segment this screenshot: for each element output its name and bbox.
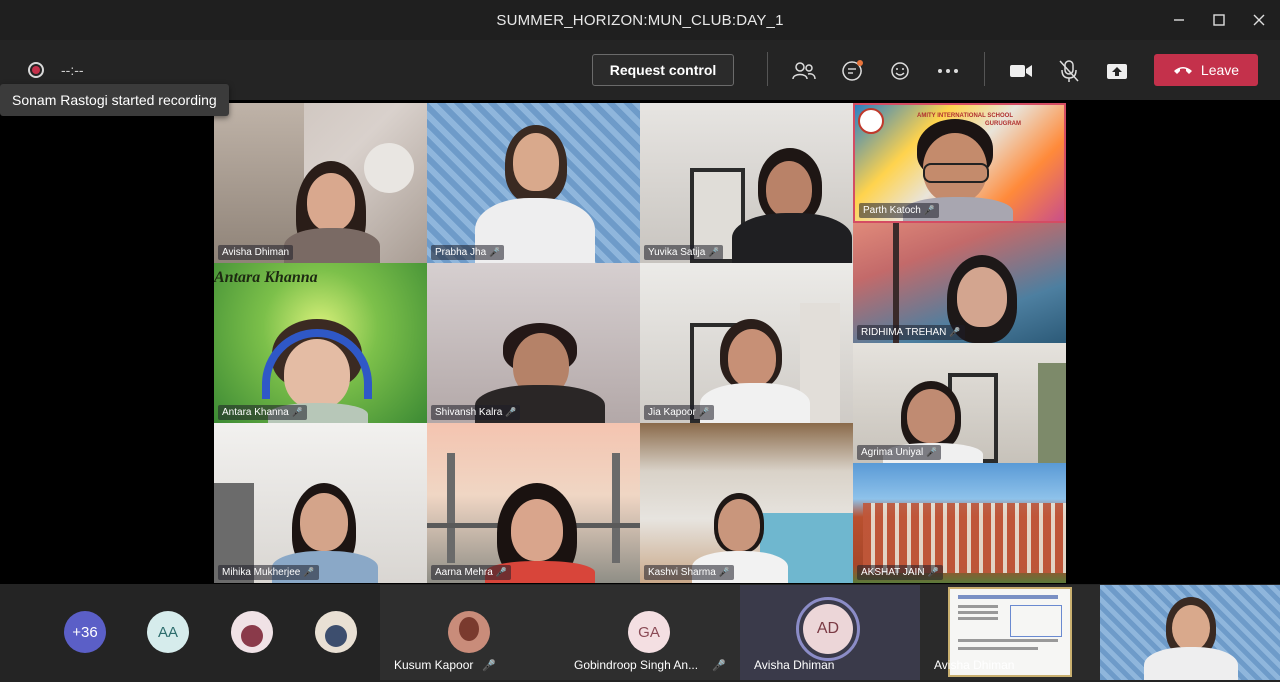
mic-icon: 🎤 [495,567,508,577]
avatar-photo[interactable] [315,611,357,653]
mic-icon: 🎤 [291,407,303,417]
more-icon[interactable] [935,58,961,84]
toolbar-divider [984,52,985,86]
video-tile-active[interactable]: AMITY INTERNATIONAL SCHOOL GURUGRAM Part… [853,103,1066,223]
participant-name: Shivansh Kalra 🎤 [431,405,521,420]
mic-icon: 🎤 [303,567,315,577]
participants-icon[interactable] [791,58,817,84]
participant-name: Yuvika Satija 🎤 [644,245,724,260]
video-tile[interactable]: Yuvika Satija 🎤 [640,103,853,263]
roster-tile-speaking[interactable]: AD Avisha Dhiman [740,585,920,680]
participant-name: Mihika Mukherjee 🎤 [218,565,319,580]
name-banner: Antara Khanna [214,269,318,286]
initials-avatar: GA [628,611,670,653]
video-tile[interactable]: Agrima Uniyal 🎤 [853,343,1066,463]
camera-icon[interactable] [1008,58,1034,84]
close-icon[interactable] [1244,8,1274,32]
participant-name: Kusum Kapoor [394,658,474,672]
reactions-icon[interactable] [887,58,913,84]
mic-icon: 🎤 [923,205,936,215]
mic-icon: 🎤 [926,447,938,457]
mic-icon: 🎤 [949,327,961,337]
title-bar: SUMMER_HORIZON:MUN_CLUB:DAY_1 [0,0,1280,40]
recording-icon [28,62,44,78]
participant-name: Avisha Dhiman [754,658,835,672]
roster-tile-screen-share[interactable]: Avisha Dhiman [920,585,1100,680]
video-tile[interactable]: Shivansh Kalra 🎤 [427,263,640,423]
mic-icon: 🎤 [718,567,731,577]
avatar-aa[interactable]: AA [147,611,189,653]
maximize-icon[interactable] [1204,8,1234,32]
roster-tile[interactable]: Kusum Kapoor 🎤 [380,585,560,680]
participant-name: Aarna Mehra 🎤 [431,565,512,580]
share-icon[interactable] [1104,58,1130,84]
video-tile[interactable]: Kashvi Sharma 🎤 [640,423,853,583]
mic-icon: 🎤 [482,660,496,672]
video-tile[interactable]: AKSHAT JAIN 🎤 [853,463,1066,583]
participant-grid: Avisha Dhiman Prabha Jha 🎤 Yuvika Satija 🎤… [214,103,1066,583]
overflow-count-avatar[interactable]: +36 [64,611,106,653]
participant-name: Parth Katoch 🎤 [859,203,940,218]
video-tile[interactable]: RIDHIMA TREHAN 🎤 [853,223,1066,343]
mic-icon: 🎤 [712,660,726,672]
school-logo [858,108,884,134]
toolbar-divider [767,52,768,86]
video-tile[interactable]: Avisha Dhiman [214,103,427,263]
self-view-tile[interactable] [1100,585,1280,680]
roster-tile[interactable]: GA Gobindroop Singh An... 🎤 [560,585,740,680]
participant-name: Avisha Dhiman [934,658,1015,672]
participant-name: RIDHIMA TREHAN 🎤 [857,325,965,340]
video-tile[interactable]: Antara Khanna Antara Khanna 🎤 [214,263,427,423]
chat-icon[interactable] [839,58,865,84]
participant-name: Gobindroop Singh An... [574,658,699,672]
recording-tooltip: Sonam Rastogi started recording [0,84,229,116]
participant-name: Prabha Jha 🎤 [431,245,505,260]
mic-icon: 🎤 [698,407,711,417]
meeting-title: SUMMER_HORIZON:MUN_CLUB:DAY_1 [496,12,784,29]
participant-name: AKSHAT JAIN 🎤 [857,565,943,580]
participant-name: Agrima Uniyal 🎤 [857,445,942,460]
request-control-button[interactable]: Request control [592,54,734,86]
avatar-photo [448,611,490,653]
participant-name: Jia Kapoor 🎤 [644,405,715,420]
hangup-icon [1173,67,1192,74]
minimize-icon[interactable] [1164,8,1194,32]
mic-icon: 🎤 [489,247,501,257]
leave-label: Leave [1200,62,1240,78]
school-banner-city: GURUGRAM [985,121,1021,127]
avatar-photo[interactable] [231,611,273,653]
video-tile[interactable]: Jia Kapoor 🎤 [640,263,853,423]
mic-icon: 🎤 [708,247,720,257]
video-tile[interactable]: Mihika Mukherjee 🎤 [214,423,427,583]
video-tile[interactable]: Prabha Jha 🎤 [427,103,640,263]
mic-off-icon[interactable] [1056,58,1082,84]
video-tile[interactable]: Aarna Mehra 🎤 [427,423,640,583]
participant-name: Antara Khanna 🎤 [218,405,307,420]
initials-avatar: AD [803,604,853,654]
school-banner: AMITY INTERNATIONAL SCHOOL [917,113,1013,119]
participant-name: Avisha Dhiman [218,245,294,260]
leave-button[interactable]: Leave [1154,54,1258,86]
mic-icon: 🎤 [505,407,517,417]
participant-name: Kashvi Sharma 🎤 [644,565,735,580]
recording-time: --:-- [61,62,84,78]
mic-icon: 🎤 [927,567,939,577]
